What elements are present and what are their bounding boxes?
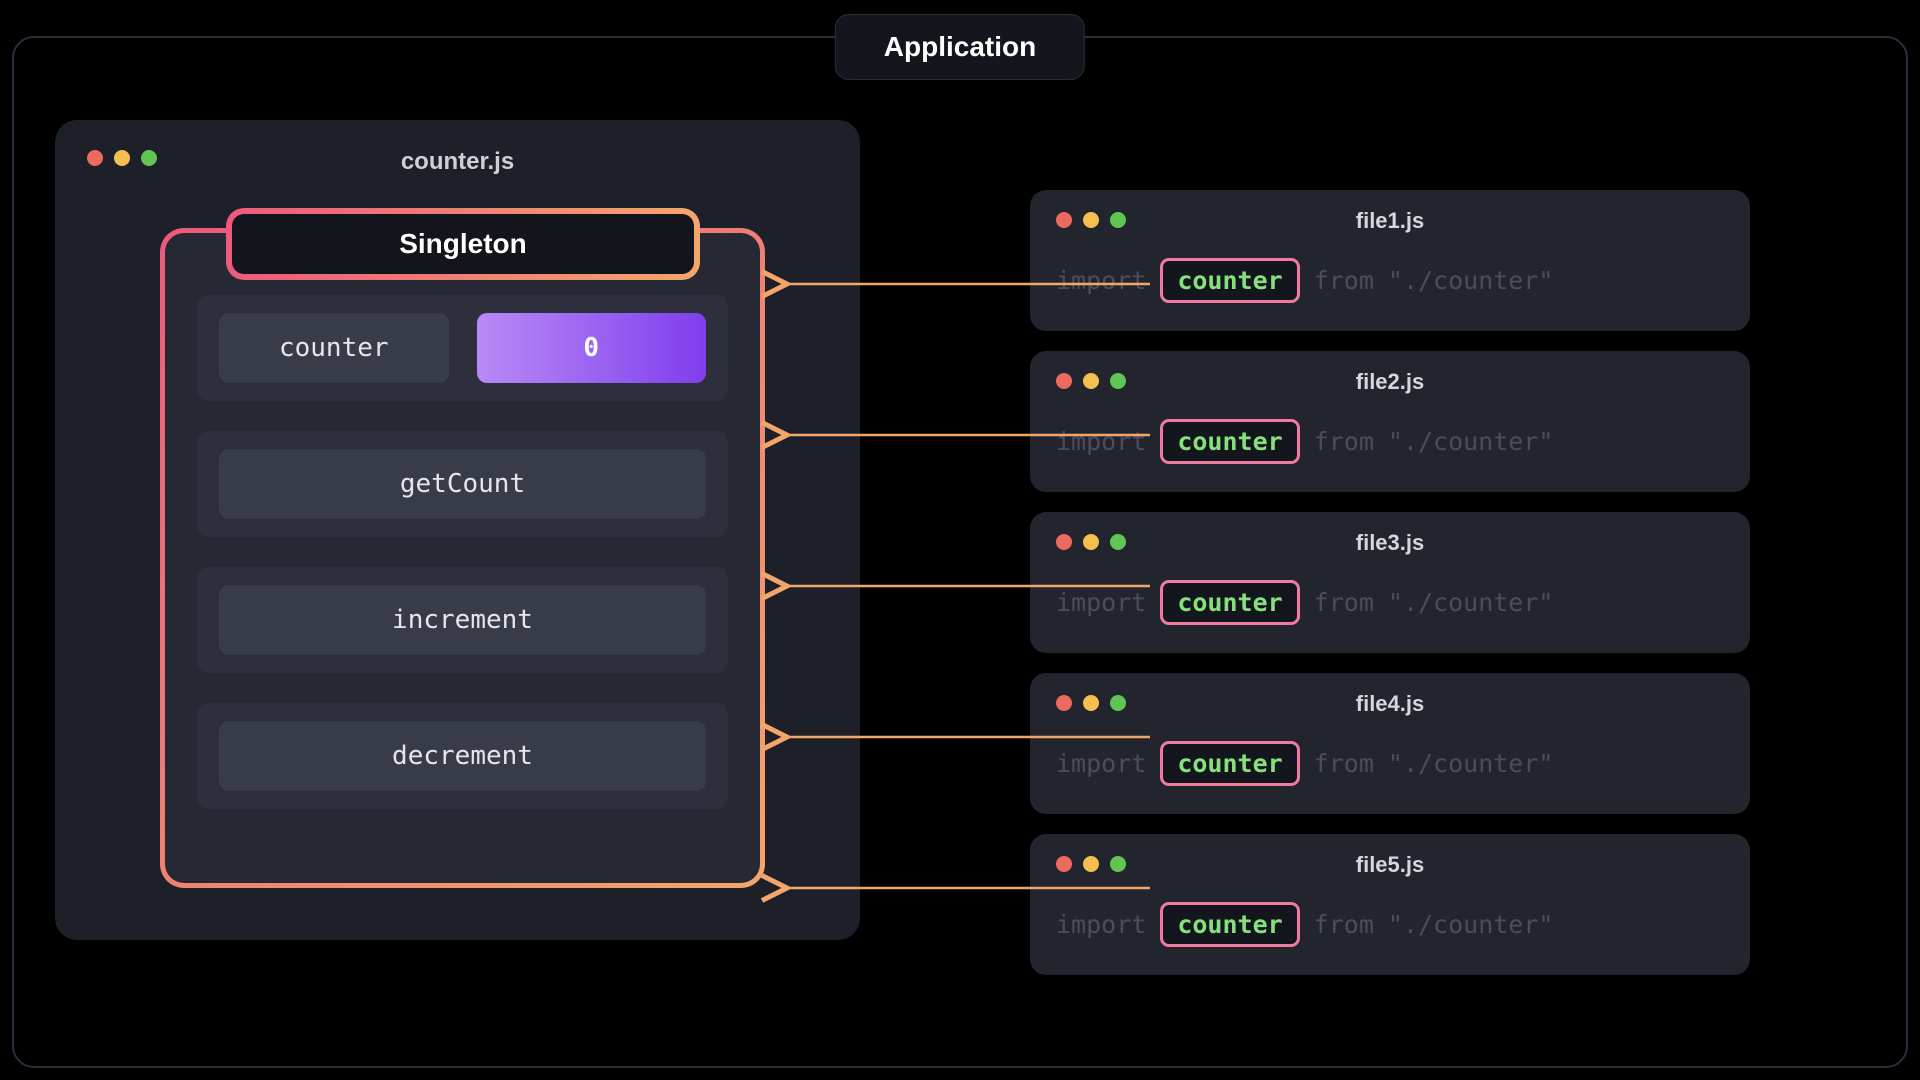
method-row: getCount — [197, 431, 728, 537]
method-increment: increment — [219, 585, 706, 655]
close-icon — [1056, 373, 1072, 389]
window-controls — [1056, 373, 1126, 389]
from-keyword: from — [1314, 266, 1374, 295]
import-identifier: counter — [1160, 741, 1299, 786]
file-name: file3.js — [1356, 530, 1424, 556]
import-identifier: counter — [1160, 419, 1299, 464]
file-card: file2.js import counter from "./counter" — [1030, 351, 1750, 492]
window-controls — [1056, 212, 1126, 228]
import-keyword: import — [1056, 749, 1146, 778]
singleton-label: Singleton — [226, 208, 700, 280]
maximize-icon — [1110, 373, 1126, 389]
minimize-icon — [1083, 695, 1099, 711]
minimize-icon — [1083, 534, 1099, 550]
import-keyword: import — [1056, 910, 1146, 939]
method-row: increment — [197, 567, 728, 673]
import-path: "./counter" — [1388, 427, 1554, 456]
close-icon — [1056, 695, 1072, 711]
import-path: "./counter" — [1388, 588, 1554, 617]
from-keyword: from — [1314, 427, 1374, 456]
counter-prop-name: counter — [219, 313, 449, 383]
minimize-icon — [1083, 373, 1099, 389]
import-identifier: counter — [1160, 902, 1299, 947]
import-path: "./counter" — [1388, 266, 1554, 295]
from-keyword: from — [1314, 910, 1374, 939]
import-identifier: counter — [1160, 580, 1299, 625]
file-card: file4.js import counter from "./counter" — [1030, 673, 1750, 814]
application-title: Application — [835, 14, 1085, 80]
close-icon — [1056, 212, 1072, 228]
import-identifier: counter — [1160, 258, 1299, 303]
maximize-icon — [1110, 212, 1126, 228]
import-statement: import counter from "./counter" — [1056, 902, 1724, 947]
import-statement: import counter from "./counter" — [1056, 419, 1724, 464]
method-row: decrement — [197, 703, 728, 809]
method-getcount: getCount — [219, 449, 706, 519]
maximize-icon — [141, 150, 157, 166]
window-controls — [1056, 534, 1126, 550]
file-name: file5.js — [1356, 852, 1424, 878]
maximize-icon — [1110, 695, 1126, 711]
import-statement: import counter from "./counter" — [1056, 258, 1724, 303]
counter-row: counter 0 — [197, 295, 728, 401]
minimize-icon — [1083, 212, 1099, 228]
import-statement: import counter from "./counter" — [1056, 741, 1724, 786]
import-path: "./counter" — [1388, 749, 1554, 778]
file-list: file1.js import counter from "./counter"… — [1030, 190, 1750, 975]
window-controls — [1056, 856, 1126, 872]
close-icon — [1056, 534, 1072, 550]
import-keyword: import — [1056, 588, 1146, 617]
file-name: file4.js — [1356, 691, 1424, 717]
file-card: file3.js import counter from "./counter" — [1030, 512, 1750, 653]
singleton-inner: counter 0 getCount increment decrement — [165, 233, 760, 883]
window-controls — [1056, 695, 1126, 711]
minimize-icon — [114, 150, 130, 166]
import-statement: import counter from "./counter" — [1056, 580, 1724, 625]
close-icon — [87, 150, 103, 166]
import-keyword: import — [1056, 427, 1146, 456]
singleton-box: counter 0 getCount increment decrement — [160, 228, 765, 888]
close-icon — [1056, 856, 1072, 872]
maximize-icon — [1110, 534, 1126, 550]
file-card: file5.js import counter from "./counter" — [1030, 834, 1750, 975]
counter-value: 0 — [477, 313, 707, 383]
module-filename: counter.js — [401, 148, 514, 176]
minimize-icon — [1083, 856, 1099, 872]
file-name: file1.js — [1356, 208, 1424, 234]
from-keyword: from — [1314, 749, 1374, 778]
file-name: file2.js — [1356, 369, 1424, 395]
singleton-label-text: Singleton — [232, 214, 694, 274]
import-path: "./counter" — [1388, 910, 1554, 939]
from-keyword: from — [1314, 588, 1374, 617]
file-card: file1.js import counter from "./counter" — [1030, 190, 1750, 331]
maximize-icon — [1110, 856, 1126, 872]
import-keyword: import — [1056, 266, 1146, 295]
method-decrement: decrement — [219, 721, 706, 791]
window-controls — [87, 150, 157, 166]
